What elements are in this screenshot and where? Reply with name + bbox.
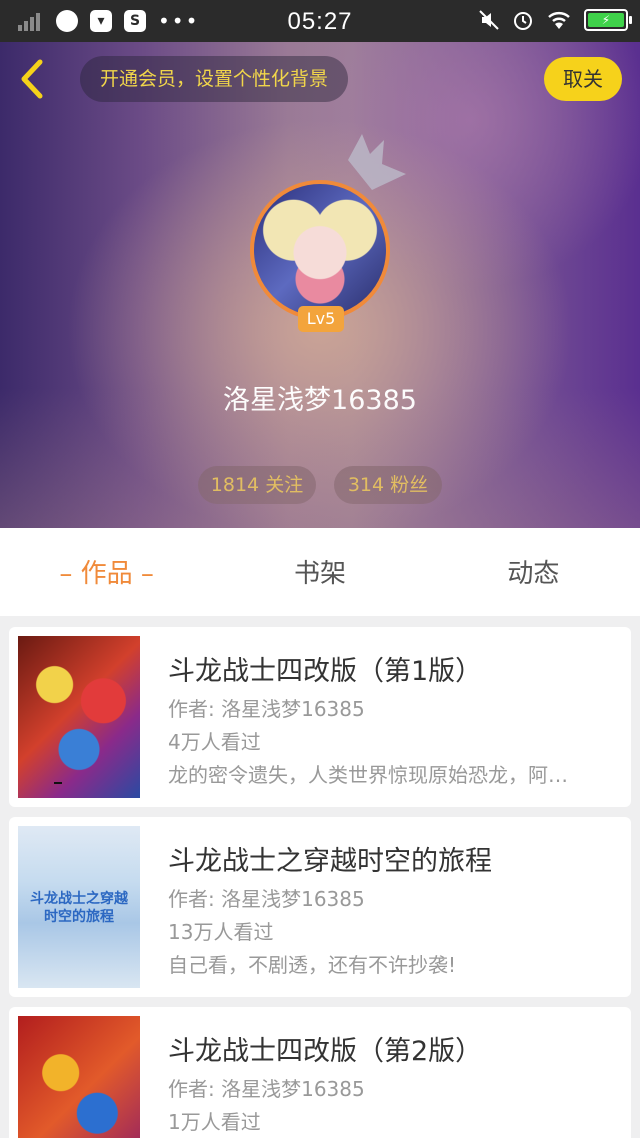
- vip-background-hint[interactable]: 开通会员，设置个性化背景: [80, 56, 349, 102]
- cover-logo: [54, 782, 62, 784]
- work-views: 13万人看过: [168, 920, 274, 944]
- level-badge: Lv5: [298, 306, 344, 332]
- book-cover: [18, 636, 140, 798]
- profile-header: ▾ S ••• 05:27 ⚡ 开通会员，设置个性化背景 取关 Lv5 洛星浅梦…: [0, 0, 640, 528]
- mute-icon: [479, 10, 499, 30]
- work-author: 作者: 洛星浅梦16385: [168, 887, 365, 911]
- work-description: 自己看，不剧透，还有不许抄袭!: [168, 953, 457, 977]
- tab-activity[interactable]: 动态: [427, 528, 640, 616]
- battery-icon: ⚡: [584, 9, 632, 31]
- tab-bookshelf[interactable]: 书架: [213, 528, 426, 616]
- work-views: 4万人看过: [168, 730, 261, 754]
- book-cover: 斗龙战士之穿越时空的旅程: [18, 826, 140, 988]
- username: 洛星浅梦16385: [223, 385, 417, 416]
- list-item[interactable]: 斗龙战士之穿越时空的旅程 斗龙战士之穿越时空的旅程 作者: 洛星浅梦16385 …: [9, 817, 631, 997]
- unfollow-button[interactable]: 取关: [544, 57, 622, 101]
- cover-title: 斗龙战士之穿越时空的旅程: [30, 891, 128, 925]
- work-title: 斗龙战士四改版（第2版）: [168, 1036, 483, 1067]
- tab-works[interactable]: – 作品 –: [0, 528, 213, 616]
- work-views: 1万人看过: [168, 1110, 261, 1134]
- work-description: 龙的密令遗失，人类世界惊现原始恐龙，阿…: [168, 763, 568, 787]
- work-author: 作者: 洛星浅梦16385: [168, 1077, 365, 1101]
- works-list: 斗龙战士四改版（第1版） 作者: 洛星浅梦16385 4万人看过 龙的密令遗失，…: [0, 616, 640, 1138]
- work-title: 斗龙战士之穿越时空的旅程: [168, 846, 492, 877]
- back-button[interactable]: [16, 58, 56, 102]
- book-cover: [18, 1016, 140, 1138]
- alarm-icon: [514, 12, 532, 30]
- work-author: 作者: 洛星浅梦16385: [168, 697, 365, 721]
- avatar[interactable]: [250, 180, 390, 320]
- chevron-left-icon: [21, 59, 43, 99]
- fans-count[interactable]: 314 粉丝: [334, 466, 442, 504]
- following-count[interactable]: 1814 关注: [198, 466, 316, 504]
- status-bar: ▾ S ••• 05:27 ⚡: [0, 0, 640, 42]
- wifi-icon: [548, 12, 570, 29]
- list-item[interactable]: 斗龙战士四改版（第2版） 作者: 洛星浅梦16385 1万人看过: [9, 1007, 631, 1138]
- tab-bar: – 作品 – 书架 动态: [0, 528, 640, 616]
- list-item[interactable]: 斗龙战士四改版（第1版） 作者: 洛星浅梦16385 4万人看过 龙的密令遗失，…: [9, 627, 631, 807]
- work-title: 斗龙战士四改版（第1版）: [168, 656, 483, 687]
